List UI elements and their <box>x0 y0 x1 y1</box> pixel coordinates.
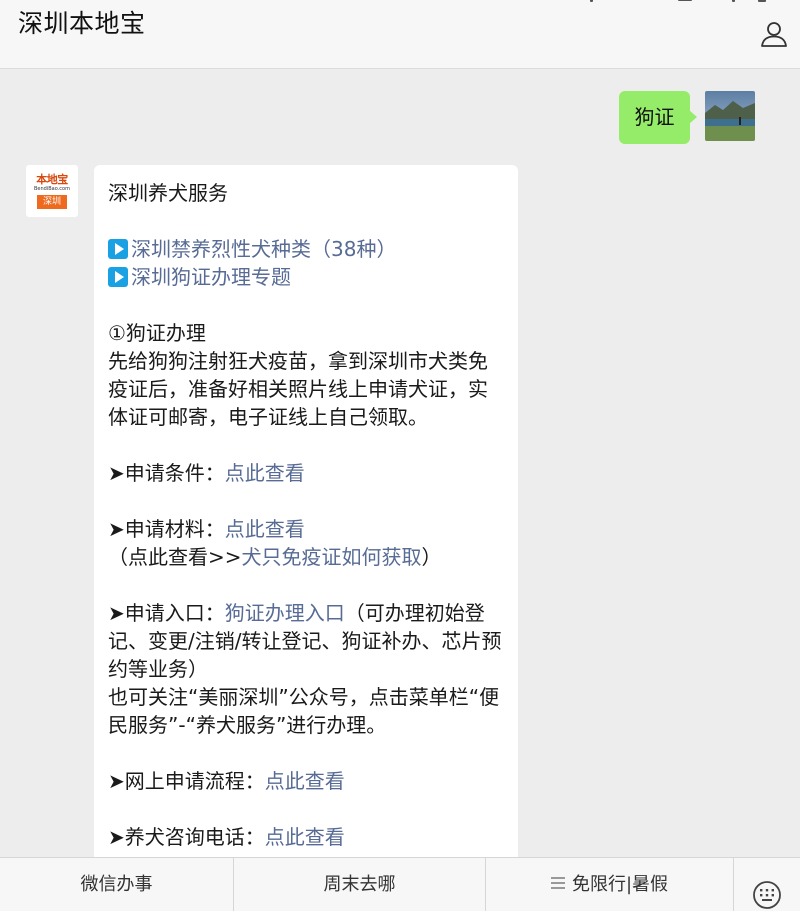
entrance-link[interactable]: 狗证办理入口 <box>225 601 345 625</box>
arrow-icon: ➤ <box>108 461 125 485</box>
page-title: 深圳本地宝 <box>18 9 146 38</box>
conditions-link[interactable]: 点此查看 <box>225 461 305 485</box>
user-message-bubble: 狗证 <box>619 91 697 144</box>
header-bar: 深圳本地宝 <box>0 0 800 69</box>
play-icon <box>108 239 128 259</box>
materials-link[interactable]: 点此查看 <box>225 517 305 541</box>
keyboard-icon <box>753 881 781 909</box>
section-title: ①狗证办理 <box>108 321 206 345</box>
hotline-row: ➤养犬咨询电话：点此查看 <box>108 825 345 849</box>
menu-lines-icon <box>550 877 565 889</box>
vaccine-cert-link[interactable]: 犬只免疫证如何获取 <box>242 545 422 569</box>
materials-note: （点此查看>>犬只免疫证如何获取） <box>108 545 442 569</box>
process-row: ➤网上申请流程：点此查看 <box>108 769 345 793</box>
arrow-icon: ➤ <box>108 517 125 541</box>
bot-avatar[interactable]: 本地宝 BendiBao.com 深圳 <box>26 165 78 217</box>
status-bar-fragment <box>582 0 782 4</box>
logo-brand-text: 本地宝 <box>36 173 68 186</box>
entrance-extra: 也可关注“美丽深圳”公众号，点击菜单栏“便民服务”-“养犬服务”进行办理。 <box>108 685 500 737</box>
person-outline-icon <box>761 22 787 47</box>
topic-link-dog-license[interactable]: 深圳狗证办理专题 <box>108 263 506 291</box>
menu-item-wechat-services[interactable]: 微信办事 <box>0 858 233 911</box>
arrow-icon: ➤ <box>108 769 125 793</box>
play-icon <box>108 267 128 287</box>
chat-area[interactable]: 狗证 本地宝 BendiBao.com 深圳 深圳养犬服务 深圳禁养烈性犬种类（… <box>0 69 800 865</box>
section-body: 先给狗狗注射狂犬疫苗，拿到深圳市犬类免疫证后，准备好相关照片线上申请犬证，实体证… <box>108 349 488 429</box>
topic-link-banned-dogs[interactable]: 深圳禁养烈性犬种类（38种） <box>108 235 506 263</box>
profile-button[interactable] <box>758 18 790 50</box>
user-avatar[interactable] <box>705 91 755 141</box>
process-link[interactable]: 点此查看 <box>265 769 345 793</box>
logo-city-badge: 深圳 <box>37 195 67 209</box>
entrance-row: ➤申请入口：狗证办理入口（可办理初始登记、变更/注销/转让登记、狗证补办、芯片预… <box>108 601 502 681</box>
arrow-icon: ➤ <box>108 601 125 625</box>
message-heading: 深圳养犬服务 <box>108 181 228 205</box>
logo-domain-text: BendiBao.com <box>34 186 70 192</box>
materials-row: ➤申请材料：点此查看 <box>108 517 305 541</box>
menu-item-traffic-summer[interactable]: 免限行|暑假 <box>485 858 733 911</box>
menu-item-weekend[interactable]: 周末去哪 <box>233 858 485 911</box>
landscape-photo-avatar <box>705 91 755 141</box>
hotline-link[interactable]: 点此查看 <box>265 825 345 849</box>
bottom-menu: 微信办事 周末去哪 免限行|暑假 <box>0 857 800 911</box>
bot-message-bubble: 深圳养犬服务 深圳禁养烈性犬种类（38种） 深圳狗证办理专题 ①狗证办理 先给狗… <box>94 165 518 865</box>
arrow-icon: ➤ <box>108 825 125 849</box>
keyboard-toggle-button[interactable] <box>733 858 800 911</box>
conditions-row: ➤申请条件：点此查看 <box>108 461 305 485</box>
